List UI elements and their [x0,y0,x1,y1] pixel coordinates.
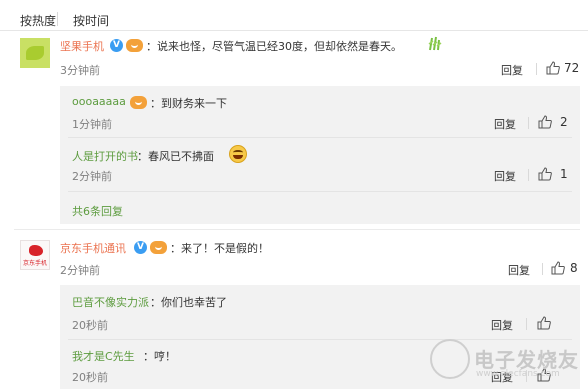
reply-button[interactable]: 回复 [491,317,513,333]
reply-time: 1分钟前 [72,118,112,131]
thumbs-up-icon[interactable] [538,115,552,129]
reply-button[interactable]: 回复 [494,168,516,184]
like-count[interactable]: 8 [570,261,578,275]
thumbs-up-icon[interactable] [537,316,551,330]
like-count[interactable]: 1 [560,167,568,181]
watermark-logo-icon [430,339,470,379]
tab-divider [57,12,58,26]
reply-author[interactable]: 人是打开的书 [72,148,138,164]
comment-time: 2分钟前 [60,264,100,277]
reply-author[interactable]: oooaaaaa [72,95,126,108]
reply-author[interactable]: 我才是C先生 [72,348,135,364]
verified-icon: V [110,39,123,52]
comment-divider [14,229,580,230]
laughing-emoji-icon [229,145,247,163]
tab-sort-by-time[interactable]: 按时间 [73,12,109,29]
like-count[interactable]: 72 [564,61,579,75]
member-badge-icon [130,96,147,109]
header-divider [0,30,588,31]
reply-time: 20秒前 [72,319,108,332]
reply-divider [68,191,572,192]
member-badge-icon [126,39,143,52]
verified-icon: V [134,241,147,254]
reply-text: ：哼！ [143,350,176,363]
grass-emoji-icon [428,36,442,51]
comment-author[interactable]: 京东手机通讯 [60,240,126,256]
like-count[interactable]: 2 [560,115,568,129]
thumbs-up-icon[interactable] [546,61,560,75]
reply-button[interactable]: 回复 [494,116,516,132]
comment-text: ：说来也怪，尽管气温已经30度，但却依然是春天。 [146,40,402,53]
action-divider [526,318,527,330]
reply-button[interactable]: 回复 [508,262,530,278]
reply-time: 2分钟前 [72,170,112,183]
avatar[interactable]: 京东手机 [20,240,50,270]
thumbs-up-icon[interactable] [551,261,565,275]
action-divider [542,263,543,275]
comment-time: 3分钟前 [60,64,100,77]
action-divider [536,63,537,75]
more-replies-link[interactable]: 共6条回复 [72,203,123,219]
action-divider [528,169,529,181]
action-divider [528,117,529,129]
reply-time: 20秒前 [72,371,108,384]
reply-author[interactable]: 巴音不像实力派 [72,294,149,310]
watermark-url: www.elecfans.com [476,369,560,379]
watermark: 电子发烧友 www.elecfans.com [430,336,585,386]
comment-author[interactable]: 坚果手机 [60,38,104,54]
tab-sort-by-hot[interactable]: 按热度 [20,12,56,29]
thumbs-up-icon[interactable] [538,167,552,181]
comment-text: ：来了！不是假的！ [170,242,269,255]
member-badge-icon [150,241,167,254]
reply-button[interactable]: 回复 [501,62,523,78]
avatar[interactable] [20,38,50,68]
reply-text: ：你们也幸苦了 [150,296,227,309]
reply-divider [68,137,572,138]
reply-text: ：春风已不拂面 [137,150,214,163]
reply-text: ：到财务来一下 [150,97,227,110]
